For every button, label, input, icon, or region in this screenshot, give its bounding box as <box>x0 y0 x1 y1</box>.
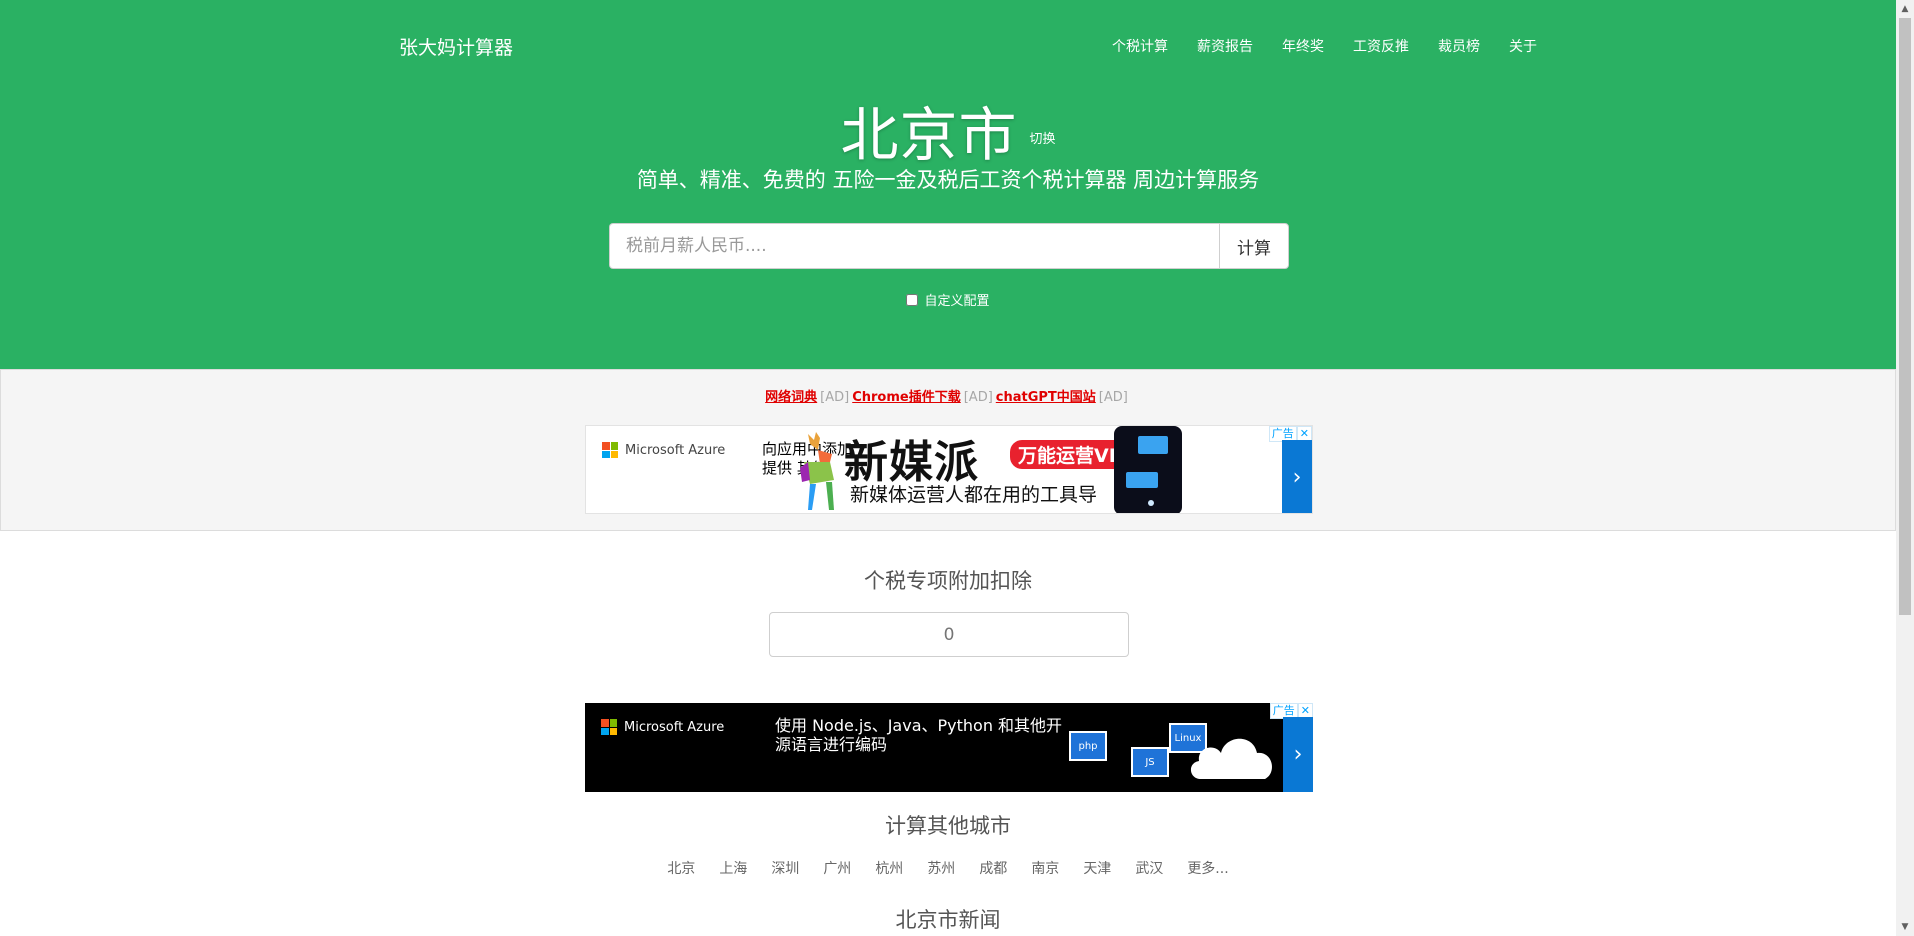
scrollbar-thumb[interactable] <box>1899 18 1911 615</box>
hero-subtitle: 简单、精准、免费的 五险一金及税后工资个税计算器 周边计算服务 <box>636 168 1260 192</box>
microsoft-logo: Microsoft Azure <box>601 719 724 735</box>
city-switch-link[interactable]: 切换 <box>1030 132 1056 147</box>
city-link-wuhan[interactable]: 武汉 <box>1123 858 1175 878</box>
cloud-illustration-icon: php JS Linux <box>1069 721 1279 781</box>
ad-banner-top[interactable]: Microsoft Azure 向应用中添加 提供 其他 新媒派 万能运营VIP… <box>585 425 1313 514</box>
php-tile: php <box>1069 731 1107 761</box>
salary-search-bar: 计算 <box>609 223 1289 269</box>
microsoft-logo: Microsoft Azure <box>602 442 725 458</box>
nav-item-salary-report[interactable]: 薪资报告 <box>1197 36 1253 56</box>
brand-logo[interactable]: 张大妈计算器 <box>399 33 513 60</box>
deduction-title: 个税专项附加扣除 <box>864 569 1032 593</box>
custom-config-checkbox[interactable] <box>906 293 919 306</box>
chevron-right-icon[interactable]: › <box>1282 440 1312 513</box>
city-link-shanghai[interactable]: 上海 <box>707 858 759 878</box>
microsoft-icon <box>601 719 617 735</box>
sponsor-name: Microsoft Azure <box>625 442 726 458</box>
ad-tag: [AD] <box>963 390 993 405</box>
city-link-chengdu[interactable]: 成都 <box>967 858 1019 878</box>
ad-link-dictionary[interactable]: 网络词典 <box>765 390 817 405</box>
ad-tagline: 新媒体运营人都在用的工具导 <box>850 484 1098 506</box>
sponsor-name: Microsoft Azure <box>624 719 725 735</box>
nav-item-year-end-bonus[interactable]: 年终奖 <box>1282 36 1324 56</box>
custom-config-label: 自定义配置 <box>924 294 990 309</box>
js-tile: JS <box>1131 747 1169 777</box>
nav-item-reverse-salary[interactable]: 工资反推 <box>1353 36 1409 56</box>
ad-tag: [AD] <box>1098 390 1128 405</box>
city-title: 北京市 <box>840 101 1018 169</box>
cloud-icon <box>1190 738 1272 779</box>
city-link-tianjin[interactable]: 天津 <box>1071 858 1123 878</box>
custom-config[interactable]: 自定义配置 <box>0 290 1896 309</box>
city-link-more[interactable]: 更多... <box>1175 858 1240 878</box>
nav-item-layoff-list[interactable]: 裁员榜 <box>1438 36 1480 56</box>
deduction-input[interactable] <box>769 612 1129 657</box>
scroll-up-icon[interactable]: ▲ <box>1896 0 1914 18</box>
nav-item-about[interactable]: 关于 <box>1509 36 1537 56</box>
scroll-down-icon[interactable]: ▼ <box>1896 918 1914 936</box>
city-link-shenzhen[interactable]: 深圳 <box>759 858 811 878</box>
city-link-beijing[interactable]: 北京 <box>655 858 707 878</box>
city-heading: 北京市 切换 <box>0 88 1896 172</box>
city-link-nanjing[interactable]: 南京 <box>1019 858 1071 878</box>
calculate-button[interactable]: 计算 <box>1219 223 1289 269</box>
salary-input[interactable] <box>609 223 1219 269</box>
nav-item-tax[interactable]: 个税计算 <box>1112 36 1168 56</box>
chevron-right-icon[interactable]: › <box>1283 717 1313 792</box>
ad-tag: [AD] <box>820 390 850 405</box>
ad-links: 网络词典 [AD] Chrome插件下载 [AD] chatGPT中国站 [AD] <box>0 386 1896 405</box>
city-link-guangzhou[interactable]: 广州 <box>811 858 863 878</box>
microsoft-icon <box>602 442 618 458</box>
ad-body-text: 使用 Node.js、Java、Python 和其他开源语言进行编码 <box>775 716 1063 754</box>
ad-banner-bottom[interactable]: Microsoft Azure 使用 Node.js、Java、Python 和… <box>585 703 1313 792</box>
city-link-hangzhou[interactable]: 杭州 <box>863 858 915 878</box>
news-title: 北京市新闻 <box>895 908 1001 932</box>
phone-illustration-icon <box>1114 426 1182 513</box>
ad-link-chatgpt[interactable]: chatGPT中国站 <box>996 390 1096 405</box>
city-link-suzhou[interactable]: 苏州 <box>915 858 967 878</box>
ad-link-chrome-plugin[interactable]: Chrome插件下载 <box>852 390 961 405</box>
city-list: 北京 上海 深圳 广州 杭州 苏州 成都 南京 天津 武汉 更多... <box>0 858 1896 878</box>
other-cities-title: 计算其他城市 <box>885 814 1011 838</box>
deer-logo-icon <box>800 432 834 510</box>
top-nav: 个税计算 薪资报告 年终奖 工资反推 裁员榜 关于 <box>1112 36 1537 56</box>
